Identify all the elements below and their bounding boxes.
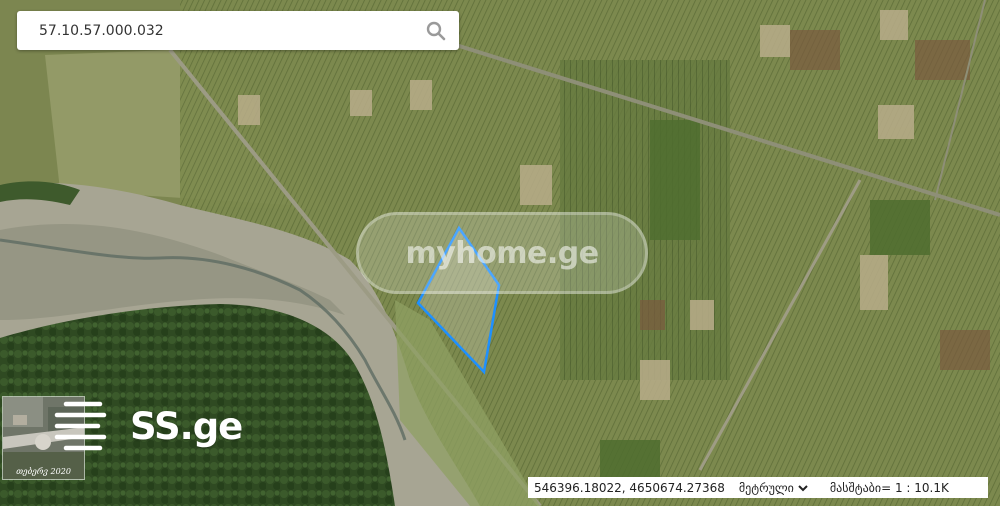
ss-ge-logo: SS.ge <box>52 398 243 454</box>
map-scale: მასშტაბი= 1 : 10.1K <box>829 480 949 495</box>
units-label: მეტრული <box>738 480 794 495</box>
brand-text: SS.ge <box>130 404 243 448</box>
search-input[interactable] <box>37 14 421 47</box>
watermark: myhome.ge <box>356 212 648 294</box>
map-canvas[interactable]: myhome.ge თებერვ 2020 SS.ge 54639 <box>0 0 1000 506</box>
cadastral-search-box <box>17 11 459 50</box>
units-dropdown[interactable]: მეტრული <box>739 481 808 495</box>
menu-lines-icon <box>54 401 107 451</box>
basemap-label: თებერვ 2020 <box>16 467 71 476</box>
cursor-coordinates: 546396.18022, 4650674.27368 <box>534 480 725 495</box>
map-status-bar: 546396.18022, 4650674.27368 მეტრული მასშ… <box>528 477 988 498</box>
search-icon[interactable] <box>421 16 451 46</box>
chevron-down-icon <box>798 484 808 491</box>
